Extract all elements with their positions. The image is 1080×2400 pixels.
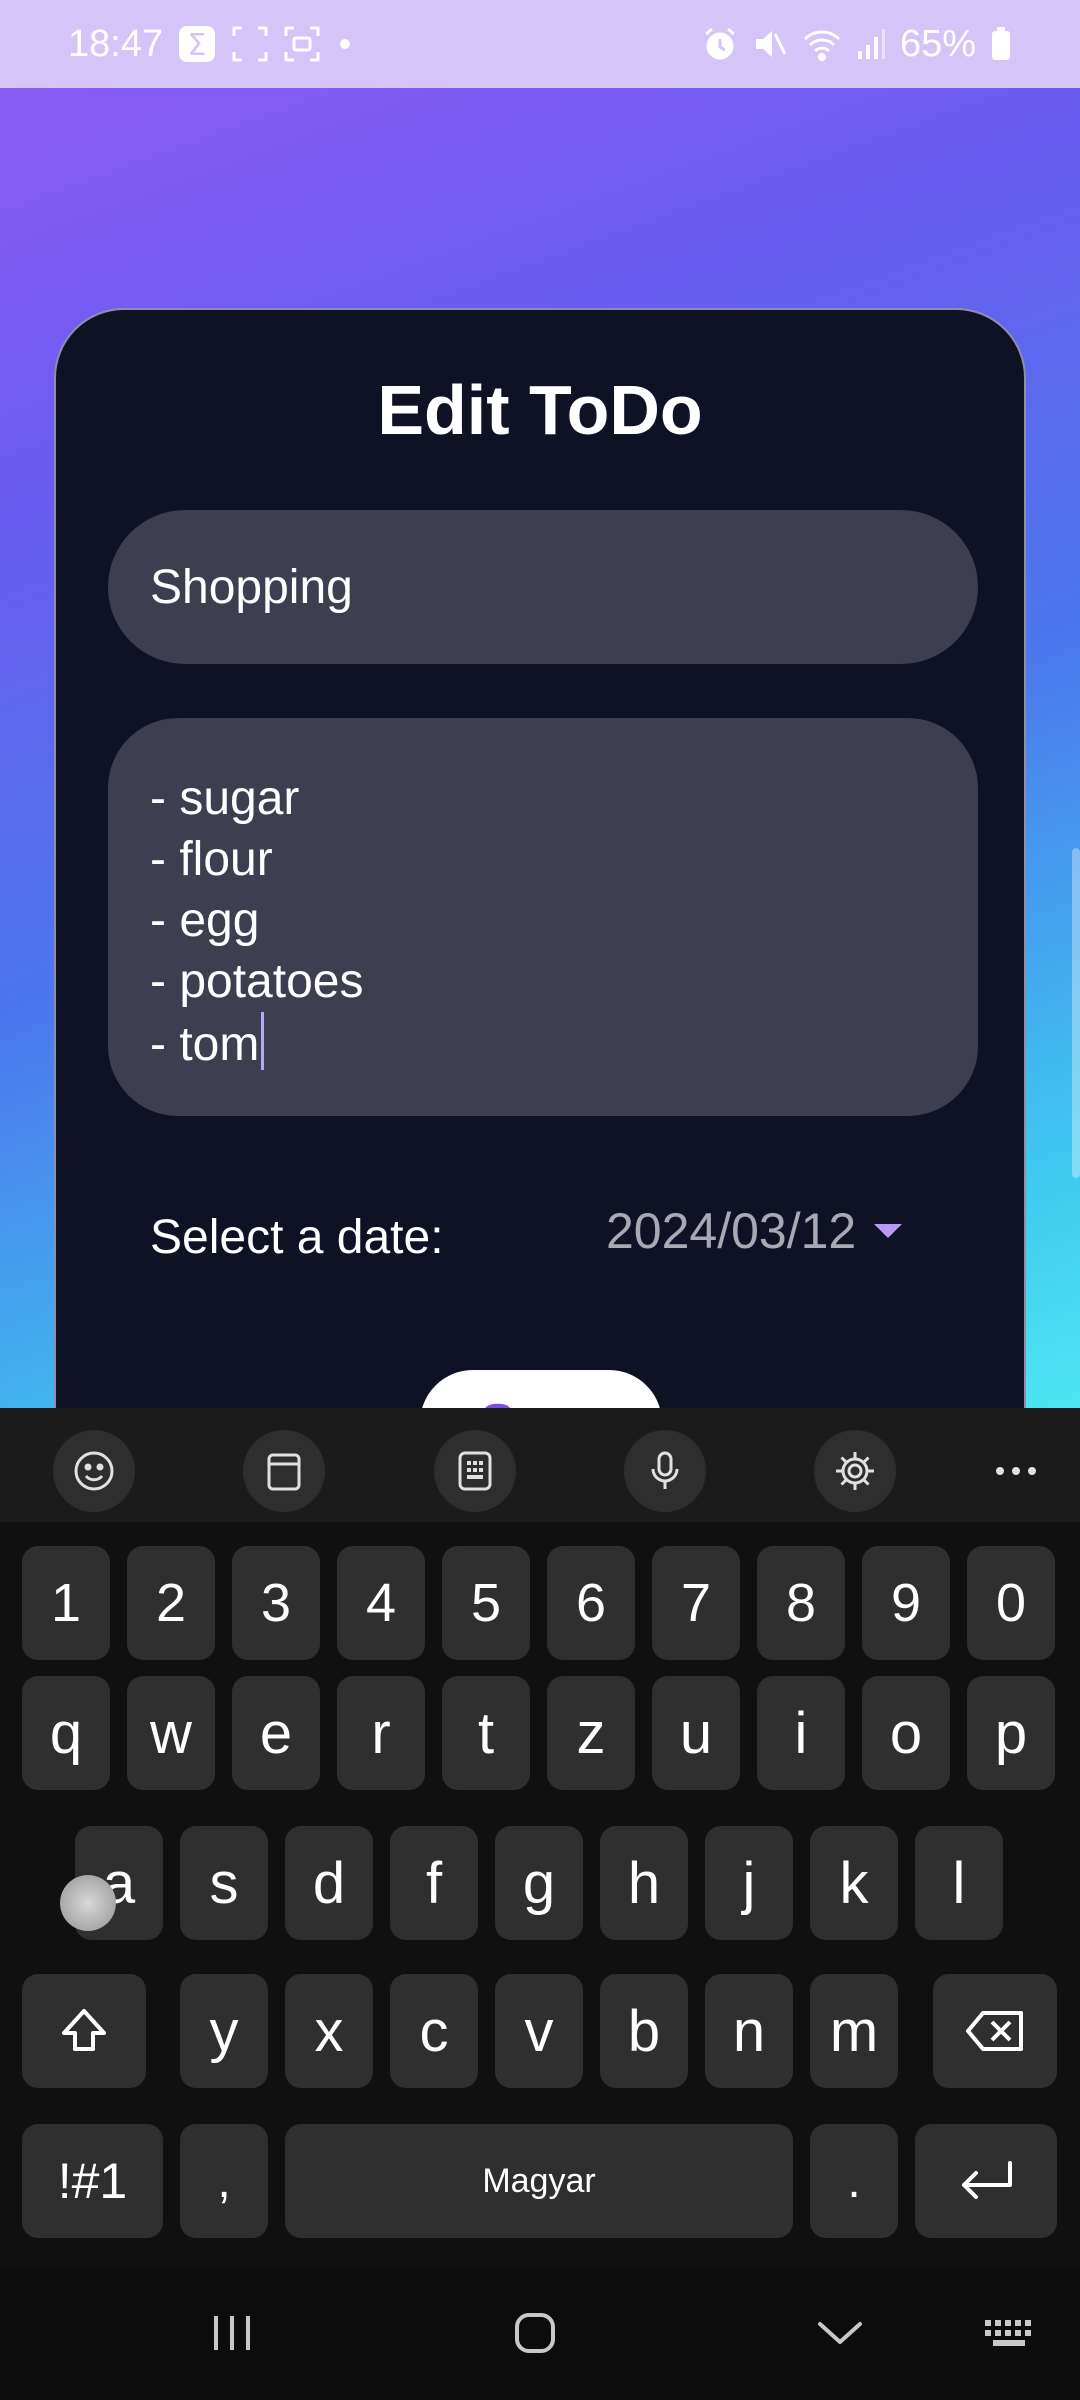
- scrollbar[interactable]: [1072, 848, 1080, 1178]
- key-e[interactable]: e: [232, 1676, 320, 1790]
- sigma-icon: Σ: [177, 24, 217, 64]
- battery-icon: [990, 26, 1012, 62]
- key-r[interactable]: r: [337, 1676, 425, 1790]
- status-left: 18:47 Σ: [68, 23, 355, 66]
- on-screen-keyboard: 1 2 3 4 5 6 7 8 9 0 q w e r t z u i o p …: [0, 1408, 1080, 2400]
- period-key[interactable]: .: [810, 2124, 898, 2238]
- key-p[interactable]: p: [967, 1676, 1055, 1790]
- signal-icon: [856, 27, 886, 61]
- navigation-bar: [0, 2268, 1080, 2400]
- app-background: Edit ToDo Shopping - sugar - flour - egg…: [0, 88, 1080, 1408]
- touch-indicator: [60, 1875, 116, 1931]
- space-key[interactable]: Magyar: [285, 2124, 793, 2238]
- screenshot-frame-icon: [231, 25, 269, 63]
- text-cursor: [261, 1012, 265, 1070]
- status-bar: 18:47 Σ 65%: [0, 0, 1080, 88]
- keyboard-toolbar: [0, 1408, 1080, 1522]
- key-q[interactable]: q: [22, 1676, 110, 1790]
- key-d[interactable]: d: [285, 1826, 373, 1940]
- screen-record-icon: [283, 25, 321, 63]
- key-v[interactable]: v: [495, 1974, 583, 2088]
- key-f[interactable]: f: [390, 1826, 478, 1940]
- back-icon[interactable]: [800, 2298, 880, 2368]
- key-4[interactable]: 4: [337, 1546, 425, 1660]
- key-s[interactable]: s: [180, 1826, 268, 1940]
- backspace-icon: [966, 2011, 1023, 2051]
- keyboard-switch-icon[interactable]: [970, 2298, 1050, 2368]
- description-text: - sugar - flour - egg - potatoes - tom: [150, 772, 364, 1071]
- key-o[interactable]: o: [862, 1676, 950, 1790]
- key-9[interactable]: 9: [862, 1546, 950, 1660]
- key-c[interactable]: c: [390, 1974, 478, 2088]
- key-b[interactable]: b: [600, 1974, 688, 2088]
- key-m[interactable]: m: [810, 1974, 898, 2088]
- mute-icon: [752, 26, 788, 62]
- save-button[interactable]: Save: [420, 1370, 662, 1408]
- enter-icon: [962, 2161, 1012, 2199]
- key-k[interactable]: k: [810, 1826, 898, 1940]
- microphone-icon[interactable]: [624, 1430, 706, 1512]
- home-icon[interactable]: [495, 2298, 575, 2368]
- todo-description-input[interactable]: - sugar - flour - egg - potatoes - tom: [108, 718, 978, 1116]
- key-l[interactable]: l: [915, 1826, 1003, 1940]
- key-j[interactable]: j: [705, 1826, 793, 1940]
- key-0[interactable]: 0: [967, 1546, 1055, 1660]
- date-label: Select a date:: [150, 1211, 444, 1264]
- backspace-key[interactable]: [933, 1974, 1057, 2088]
- dropdown-arrow-icon: [874, 1224, 903, 1238]
- key-u[interactable]: u: [652, 1676, 740, 1790]
- svg-text:Σ: Σ: [188, 28, 207, 63]
- key-t[interactable]: t: [442, 1676, 530, 1790]
- key-w[interactable]: w: [127, 1676, 215, 1790]
- shift-icon: [62, 2009, 106, 2051]
- settings-icon[interactable]: [814, 1430, 896, 1512]
- key-i[interactable]: i: [757, 1676, 845, 1790]
- key-x[interactable]: x: [285, 1974, 373, 2088]
- wifi-icon: [802, 26, 842, 62]
- alarm-icon: [702, 26, 738, 62]
- more-icon[interactable]: [975, 1430, 1057, 1512]
- key-7[interactable]: 7: [652, 1546, 740, 1660]
- todo-title-input[interactable]: Shopping: [108, 510, 978, 664]
- key-h[interactable]: h: [600, 1826, 688, 1940]
- enter-key[interactable]: [915, 2124, 1057, 2238]
- edit-todo-dialog: Edit ToDo Shopping - sugar - flour - egg…: [54, 308, 1026, 1408]
- key-8[interactable]: 8: [757, 1546, 845, 1660]
- key-2[interactable]: 2: [127, 1546, 215, 1660]
- key-z[interactable]: z: [547, 1676, 635, 1790]
- status-time: 18:47: [68, 22, 164, 65]
- clipboard-icon[interactable]: [243, 1430, 325, 1512]
- date-dropdown[interactable]: 2024/03/12: [606, 1202, 903, 1260]
- recents-icon[interactable]: [192, 2298, 272, 2368]
- dialog-title: Edit ToDo: [377, 371, 703, 449]
- shift-key[interactable]: [22, 1974, 146, 2088]
- key-5[interactable]: 5: [442, 1546, 530, 1660]
- key-n[interactable]: n: [705, 1974, 793, 2088]
- battery-percent: 65%: [899, 22, 976, 65]
- key-6[interactable]: 6: [547, 1546, 635, 1660]
- keypad-icon[interactable]: [434, 1430, 516, 1512]
- key-3[interactable]: 3: [232, 1546, 320, 1660]
- emoji-icon[interactable]: [53, 1430, 135, 1512]
- key-1[interactable]: 1: [22, 1546, 110, 1660]
- dot-icon: [335, 34, 355, 54]
- date-value: 2024/03/12: [606, 1203, 857, 1259]
- status-right: 65%: [702, 23, 1012, 66]
- key-y[interactable]: y: [180, 1974, 268, 2088]
- comma-key[interactable]: ,: [180, 2124, 268, 2238]
- key-g[interactable]: g: [495, 1826, 583, 1940]
- symbols-key[interactable]: !#1: [22, 2124, 163, 2238]
